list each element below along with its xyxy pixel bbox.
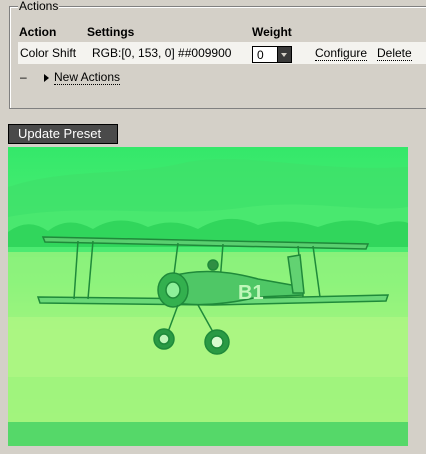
action-name: Color Shift (20, 46, 77, 60)
header-action: Action (19, 25, 57, 39)
biplane-photo: B1 (8, 147, 408, 446)
roundel-text: B1 (238, 282, 264, 304)
delete-link[interactable]: Delete (377, 46, 412, 61)
header-settings: Settings (87, 25, 135, 39)
actions-fieldset: Actions Action Settings Weight Color Shi… (9, 0, 426, 109)
configure-link[interactable]: Configure (315, 46, 368, 61)
chevron-down-icon[interactable] (277, 47, 291, 62)
triangle-right-icon (44, 74, 49, 82)
actions-legend: Actions (18, 0, 60, 13)
action-settings: RGB:[0, 153, 0] ##009900 (92, 46, 232, 60)
update-preset-button[interactable]: Update Preset (8, 124, 118, 144)
dash: – (20, 70, 27, 84)
preview-image: B1 (8, 147, 408, 446)
weight-value: 0 (257, 48, 264, 62)
new-actions-label[interactable]: New Actions (54, 70, 121, 85)
weight-select[interactable]: 0 (252, 46, 292, 63)
header-weight: Weight (252, 25, 292, 39)
